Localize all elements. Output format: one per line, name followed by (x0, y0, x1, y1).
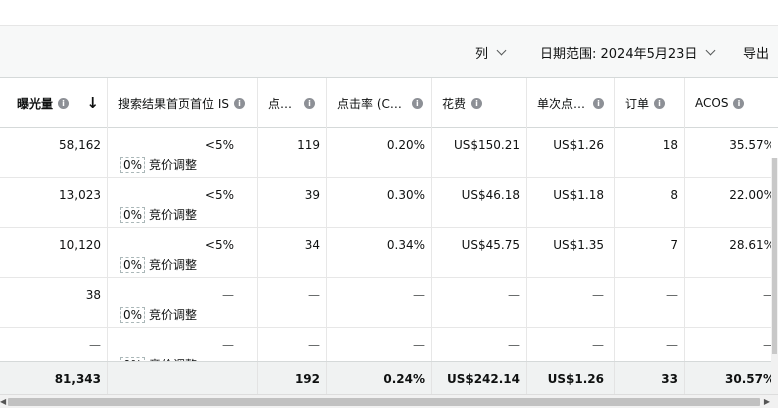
vertical-scrollbar[interactable] (771, 158, 778, 394)
date-range-label: 日期范围: 2024年5月23日 (540, 47, 698, 62)
totals-row: 81,343 192 0.24% US$242.14 US$1.26 33 30… (0, 361, 778, 396)
info-icon[interactable]: i (593, 97, 605, 109)
scroll-right-icon[interactable]: ▶ (764, 397, 770, 406)
export-button[interactable]: 导出 (743, 43, 769, 62)
clicks-cell: 39 (258, 178, 327, 228)
horizontal-scrollbar[interactable]: ◀ ▶ (0, 394, 778, 408)
bid-adjustment-label: 竞价调整 (149, 208, 198, 222)
ctr-cell: — (327, 278, 432, 328)
cpc-cell: US$1.35 (527, 228, 615, 278)
info-icon[interactable]: i (733, 97, 745, 109)
bottom-strip (0, 408, 778, 418)
ctr-cell: 0.30% (327, 178, 432, 228)
impressions-cell: 13,023 (0, 178, 108, 228)
clicks-cell: — (258, 278, 327, 328)
table-row: 58,162 <5% 0% 竞价调整 119 0.20% US$150.21 US… (0, 128, 778, 178)
bid-adjustment-percent: 0% (120, 156, 146, 173)
total-spend: US$242.14 (432, 362, 527, 396)
chevron-down-icon (705, 45, 716, 56)
chevron-down-icon (496, 45, 507, 56)
table-row: 38 — 0%竞价调整 — — — — — — (0, 278, 778, 328)
acos-cell: — (685, 278, 771, 328)
orders-cell: 8 (615, 178, 685, 228)
info-icon[interactable]: i (654, 97, 666, 109)
bid-adjustment-percent: 0% (120, 306, 146, 323)
clicks-cell: 119 (258, 128, 327, 178)
bid-adjustment-label: 竞价调整 (149, 308, 198, 322)
clicks-cell: 34 (258, 228, 327, 278)
ctr-cell: 0.34% (327, 228, 432, 278)
total-acos: 30.57% (725, 372, 775, 386)
header-acos[interactable]: ACOS i (685, 78, 778, 128)
table-toolbar: 列 日期范围: 2024年5月23日 导出 (0, 26, 778, 78)
impressions-cell: 58,162 (0, 128, 108, 178)
total-ctr: 0.24% (327, 362, 432, 396)
header-clicks[interactable]: 点… i (258, 78, 327, 128)
bid-adjustment[interactable]: 0%竞价调整 (120, 256, 197, 273)
bid-adjustment[interactable]: 0%竞价调整 (120, 156, 197, 173)
vertical-scroll-thumb[interactable] (772, 158, 777, 354)
total-orders: 33 (615, 362, 685, 396)
bid-adjustment[interactable]: 0%竞价调整 (120, 206, 197, 223)
table-row: 10,120 <5% 0% 竞价调整 34 0.34% US$45.75 US$1… (0, 228, 778, 278)
sort-descending-icon[interactable]: ↓ (86, 94, 99, 112)
info-icon[interactable]: i (471, 97, 483, 109)
cpc-cell: US$1.26 (527, 128, 615, 178)
ctr-cell: 0.20% (327, 128, 432, 178)
columns-label: 列 (475, 47, 489, 62)
info-icon[interactable]: i (411, 97, 423, 109)
impressions-cell: 38 (0, 278, 108, 328)
header-spend[interactable]: 花费 i (432, 78, 527, 128)
spend-cell: — (432, 278, 527, 328)
header-cpc[interactable]: 单次点… i (527, 78, 615, 128)
bid-adjustment[interactable]: 0%竞价调整 (120, 306, 197, 323)
spend-cell: US$46.18 (432, 178, 527, 228)
acos-cell: 35.57% (729, 138, 771, 152)
bid-adjustment-percent: 0% (120, 206, 146, 223)
columns-dropdown[interactable]: 列 (475, 43, 507, 62)
impressions-cell: 10,120 (0, 228, 108, 278)
total-top-of-search (108, 362, 258, 396)
date-range-dropdown[interactable]: 日期范围: 2024年5月23日 (540, 43, 716, 62)
info-icon[interactable]: i (58, 97, 70, 109)
total-impressions: 81,343 (0, 362, 108, 396)
scroll-left-icon[interactable]: ◀ (0, 397, 6, 406)
horizontal-scroll-thumb[interactable] (8, 398, 760, 406)
acos-cell: 28.61% (729, 238, 771, 252)
table-row: 13,023 <5% 0% 竞价调整 39 0.30% US$46.18 US$1… (0, 178, 778, 228)
info-icon[interactable]: i (233, 97, 245, 109)
top-strip (0, 0, 778, 26)
header-impressions[interactable]: 曝光量 i ↓ (0, 78, 108, 128)
acos-cell: 22.00% (729, 188, 771, 202)
top-of-search-cell: <5% 0% 竞价调整 (108, 178, 258, 228)
orders-cell: 18 (615, 128, 685, 178)
header-orders[interactable]: 订单 i (615, 78, 685, 128)
export-label: 导出 (743, 47, 770, 62)
bid-adjustment-label: 竞价调整 (149, 258, 198, 272)
orders-cell: 7 (615, 228, 685, 278)
spend-cell: US$150.21 (432, 128, 527, 178)
header-top-of-search-is[interactable]: 搜索结果首页首位 IS i (108, 78, 258, 128)
top-of-search-cell: <5% 0% 竞价调整 (108, 128, 258, 178)
top-of-search-cell: <5% 0% 竞价调整 (108, 228, 258, 278)
bid-adjustment-percent: 0% (120, 256, 146, 273)
header-ctr[interactable]: 点击率 (C… i (327, 78, 432, 128)
cpc-cell: — (527, 278, 615, 328)
bid-adjustment-label: 竞价调整 (149, 158, 198, 172)
total-clicks: 192 (258, 362, 327, 396)
top-of-search-cell: — 0%竞价调整 (108, 278, 258, 328)
info-icon[interactable]: i (304, 97, 316, 109)
spend-cell: US$45.75 (432, 228, 527, 278)
cpc-cell: US$1.18 (527, 178, 615, 228)
table-header: 曝光量 i ↓ 搜索结果首页首位 IS i 点… i 点击率 (C… i 花费 … (0, 78, 778, 128)
orders-cell: — (615, 278, 685, 328)
total-cpc: US$1.26 (527, 362, 615, 396)
